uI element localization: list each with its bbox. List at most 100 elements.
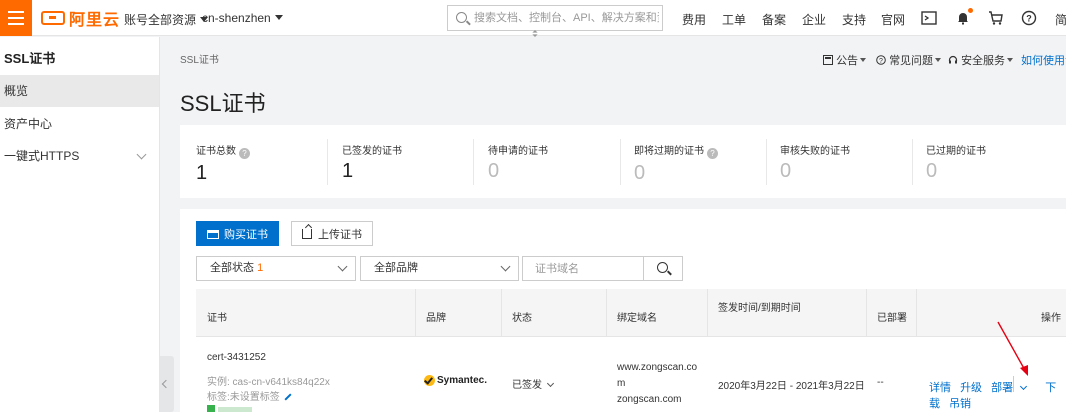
help-icon[interactable]: ? [239, 148, 250, 159]
details-link[interactable]: 详情 [929, 382, 951, 394]
stat-label: 已过期的证书 [926, 146, 986, 157]
stat-label: 已签发的证书 [342, 146, 402, 157]
domain-line: m [617, 378, 626, 389]
faq-menu[interactable]: ? 常见问题 [876, 52, 942, 68]
status-label: 已签发 [512, 380, 542, 391]
region-selector-label: cn-shenzhen [202, 11, 271, 25]
brand-filter-select[interactable]: 全部品牌 [360, 256, 519, 281]
breadcrumb[interactable]: SSL证书 [180, 51, 219, 66]
sidebar-title: SSL证书 [4, 51, 56, 66]
security-label: 安全服务 [961, 55, 1006, 67]
headset-icon [948, 55, 958, 64]
cert-tag-label: 标签:未设置标签 [207, 392, 280, 403]
help-icon[interactable]: ? [1021, 10, 1037, 26]
nav-link-ticket[interactable]: 工单 [722, 11, 746, 28]
nav-link-simplified[interactable]: 简 [1055, 11, 1066, 28]
faq-label: 常见问题 [889, 55, 934, 67]
brand-name: Symantec. [437, 375, 488, 386]
nav-link-icp[interactable]: 备案 [762, 11, 786, 28]
cart-icon [207, 229, 219, 239]
question-icon: ? [876, 55, 886, 65]
domain-line: zongscan.com [617, 394, 682, 405]
chevron-down-icon [500, 261, 511, 272]
sidebar-item-https[interactable]: 一键式HTTPS [0, 140, 159, 172]
status-bar [218, 407, 252, 412]
announcement-menu[interactable]: 公告 [823, 52, 867, 68]
how-to-use-link[interactable]: 如何使用证 [1021, 52, 1066, 68]
cert-validity: 2020年3月22日 - 2021年3月22日 [718, 381, 865, 392]
brand-symantec: Symantec. [424, 375, 487, 386]
stat-value[interactable]: 0 [634, 162, 718, 185]
nav-link-enterprise[interactable]: 企业 [802, 11, 826, 28]
account-selector-label: 账号全部资源 [124, 13, 197, 27]
deploy-dropdown[interactable]: 部署 [991, 382, 1032, 394]
stat-label: 审核失败的证书 [780, 146, 850, 157]
chevron-down-icon [136, 149, 147, 160]
stat-issued: 已签发的证书 1 [342, 142, 402, 183]
upgrade-link[interactable]: 升级 [960, 382, 982, 394]
column-header-status: 状态 [512, 313, 532, 324]
svg-text:?: ? [879, 58, 883, 65]
stat-label: 证书总数 [196, 146, 236, 157]
status-dropdown[interactable]: 已签发 [512, 376, 555, 391]
cert-tag: 标签:未设置标签 [207, 388, 292, 403]
cart-icon[interactable] [988, 10, 1004, 26]
nav-link-official[interactable]: 官网 [881, 11, 905, 28]
column-header-time[interactable]: 签发时间/到期时间 [718, 299, 801, 314]
account-selector[interactable]: 账号全部资源 [124, 11, 209, 28]
deployed-value: -- [877, 377, 884, 388]
region-selector[interactable]: cn-shenzhen [202, 11, 283, 25]
brand-filter-label: 全部品牌 [374, 262, 418, 274]
chevron-down-icon [546, 379, 555, 388]
status-count-badge: 1 [257, 262, 264, 274]
buy-label: 购买证书 [224, 228, 268, 241]
status-filter-select[interactable]: 全部状态 1 [196, 256, 356, 281]
help-icon[interactable]: ? [707, 148, 718, 159]
symantec-check-icon [424, 375, 435, 386]
status-check-icon [207, 405, 215, 412]
buy-certificate-button[interactable]: 购买证书 [196, 221, 279, 246]
domain-search-input[interactable] [522, 256, 644, 281]
deploy-label: 部署 [991, 382, 1014, 394]
column-header-ops: 操作 [1041, 313, 1061, 324]
menu-icon[interactable] [0, 0, 32, 36]
edit-icon[interactable] [284, 393, 292, 401]
terminal-icon[interactable] [921, 10, 937, 26]
stats-card: 证书总数? 1 已签发的证书 1 待申请的证书 0 即将过期的证书? 0 审核失… [180, 125, 1066, 198]
search-icon [456, 12, 467, 23]
chevron-down-icon [1020, 382, 1028, 391]
nav-link-billing[interactable]: 费用 [682, 11, 706, 28]
column-header-brand: 品牌 [426, 313, 446, 324]
stat-value[interactable]: 0 [926, 160, 986, 183]
sidebar-item-overview[interactable]: 概览 [0, 75, 159, 107]
security-service-menu[interactable]: 安全服务 [948, 52, 1014, 68]
stat-value[interactable]: 0 [488, 160, 548, 183]
sidebar-collapse-handle[interactable] [160, 356, 174, 412]
caret-down-icon [935, 58, 942, 62]
sidebar-item-label: 一键式HTTPS [4, 149, 80, 163]
revoke-link[interactable]: 吊销 [949, 398, 971, 410]
svg-text:?: ? [1026, 14, 1032, 24]
sort-icon[interactable] [532, 30, 538, 37]
column-header-domain: 绑定域名 [617, 313, 657, 324]
search-input[interactable] [474, 9, 659, 27]
upload-icon [302, 228, 312, 239]
stat-value[interactable]: 1 [342, 160, 402, 183]
stat-expired: 已过期的证书 0 [926, 142, 986, 183]
row-actions: 详情 升级 部署 下载 吊销 [929, 379, 1066, 411]
sidebar-item-assets[interactable]: 资产中心 [0, 108, 159, 140]
stat-expiring: 即将过期的证书? 0 [634, 142, 718, 185]
announcement-label: 公告 [836, 55, 859, 67]
domain-search-button[interactable] [643, 256, 683, 281]
logo-text: 阿里云 [69, 12, 121, 29]
caret-down-icon [860, 58, 867, 62]
stat-value[interactable]: 1 [196, 162, 250, 185]
nav-link-support[interactable]: 支持 [842, 11, 866, 28]
table-header: 证书 品牌 状态 绑定域名 签发时间/到期时间 已部署 操作 [196, 289, 1066, 337]
caret-down-icon [274, 15, 283, 20]
stat-pending: 待申请的证书 0 [488, 142, 548, 183]
aliyun-logo[interactable]: 阿里云 [41, 8, 121, 29]
global-search[interactable] [447, 5, 663, 31]
upload-certificate-button[interactable]: 上传证书 [291, 221, 373, 246]
stat-value[interactable]: 0 [780, 160, 850, 183]
